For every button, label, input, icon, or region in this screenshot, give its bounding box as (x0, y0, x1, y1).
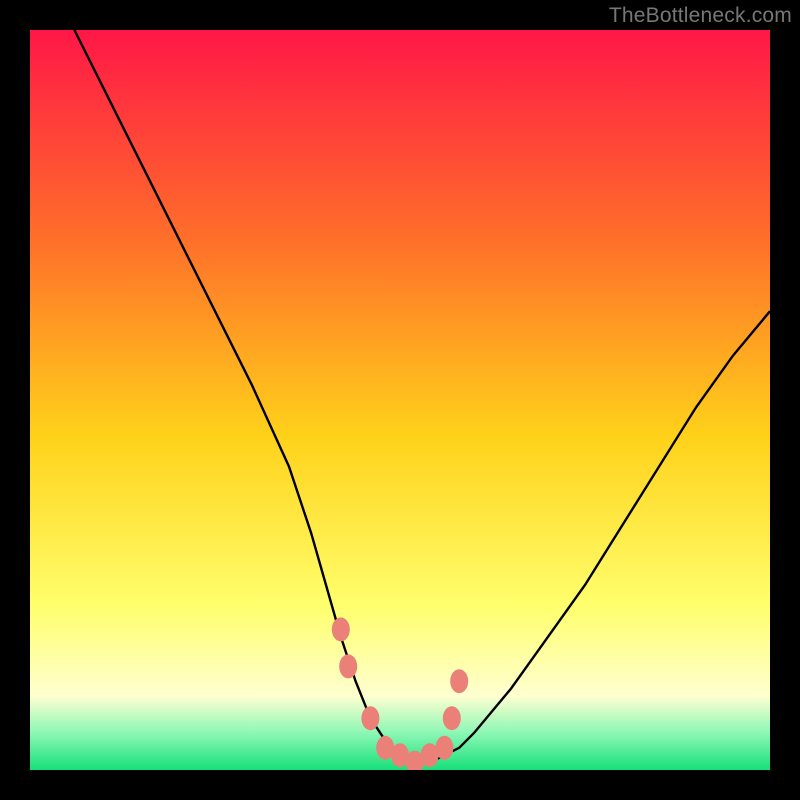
valley-marker (443, 706, 461, 730)
valley-marker (332, 617, 350, 641)
plot-area (30, 30, 770, 770)
valley-markers (332, 617, 468, 770)
valley-marker (450, 669, 468, 693)
curve-layer (30, 30, 770, 770)
bottleneck-curve (74, 30, 770, 763)
valley-marker (339, 654, 357, 678)
valley-marker (435, 736, 453, 760)
valley-marker (361, 706, 379, 730)
watermark-text: TheBottleneck.com (609, 4, 792, 28)
chart-frame: TheBottleneck.com (0, 0, 800, 800)
